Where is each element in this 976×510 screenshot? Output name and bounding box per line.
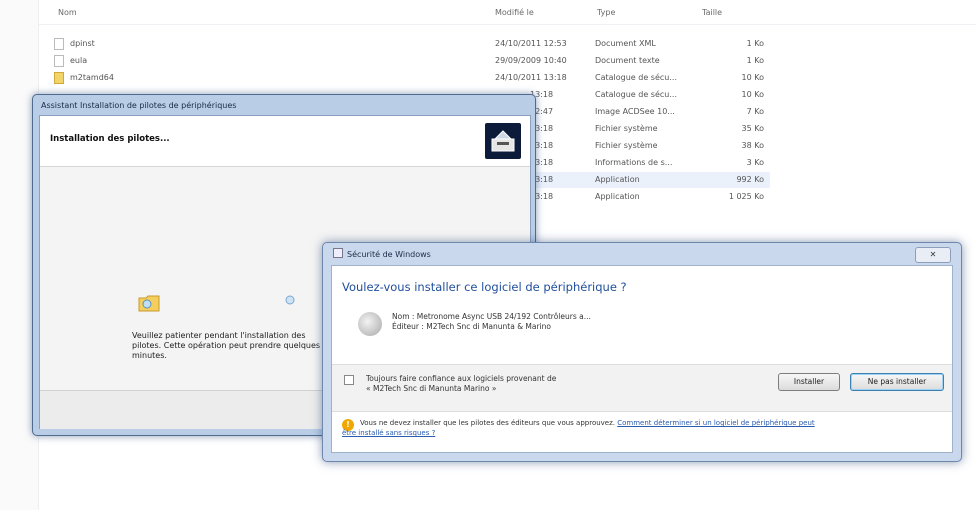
close-button[interactable]: ✕ [915,247,951,263]
file-type: Image ACDSee 10... [595,107,675,116]
file-size: 1 Ko [746,39,764,48]
file-row[interactable]: dpinst 24/10/2011 12:53 Document XML 1 K… [50,36,770,52]
file-row[interactable]: eula 29/09/2009 10:40 Document texte 1 K… [50,53,770,69]
warning-message: Vous ne devez installer que les pilotes … [360,419,616,427]
trust-area: Toujours faire confiance aux logiciels p… [332,364,952,412]
header-divider [38,24,976,25]
file-name: m2tamd64 [70,73,114,82]
trust-label-line2: « M2Tech Snc di Manunta Marino » [366,384,497,393]
file-row-selected[interactable]: 13:18 Application 992 Ko [520,172,770,188]
security-title-text: Sécurité de Windows [347,250,431,259]
install-button[interactable]: Installer [778,373,840,391]
trust-label-line1: Toujours faire confiance aux logiciels p… [366,374,557,383]
security-content: Voulez-vous installer ce logiciel de pér… [331,265,953,453]
file-type: Document texte [595,56,660,65]
file-size: 1 Ko [746,56,764,65]
file-type: Catalogue de sécu... [595,73,677,82]
file-row[interactable]: 13:18 Informations de s... 3 Ko [520,155,770,171]
driver-install-icon [485,123,521,159]
file-type: Fichier système [595,141,658,150]
file-name: dpinst [70,39,95,48]
file-row[interactable]: m2tamd64 24/10/2011 13:18 Catalogue de s… [50,70,770,86]
file-row[interactable]: 13:18 Application 1 025 Ko [520,189,770,205]
text-doc-icon [54,55,64,67]
progress-indicator-icon [285,295,295,305]
file-size: 10 Ko [741,90,764,99]
file-date: 24/10/2011 12:53 [495,39,567,48]
device-publisher: Éditeur : M2Tech Snc di Manunta & Marino [392,322,552,331]
file-size: 3 Ko [746,158,764,167]
column-header-modified[interactable]: Modifié le [495,8,534,24]
file-date: 29/09/2009 10:40 [495,56,567,65]
file-type: Application [595,192,640,201]
help-link-continued[interactable]: être installé sans risques ? [342,429,435,437]
always-trust-checkbox[interactable] [344,375,354,385]
shield-icon [333,248,343,258]
file-row[interactable]: 12:47 Image ACDSee 10... 7 Ko [520,104,770,120]
help-link[interactable]: Comment déterminer si un logiciel de pér… [617,419,814,427]
wizard-message: Veuillez patienter pendant l'installatio… [132,331,321,360]
file-type: Catalogue de sécu... [595,90,677,99]
file-size: 992 Ko [736,175,764,184]
file-row[interactable]: 13:18 Catalogue de sécu... 10 Ko [520,87,770,103]
column-header-type[interactable]: Type [597,8,615,24]
file-row[interactable]: 13:18 Fichier système 38 Ko [520,138,770,154]
file-row[interactable]: 13:18 Fichier système 35 Ko [520,121,770,137]
doc-icon [54,38,64,50]
windows-security-dialog: Sécurité de Windows ✕ Voulez-vous instal… [322,242,962,462]
file-type: Document XML [595,39,656,48]
device-name: Nom : Metronome Async USB 24/192 Contrôl… [392,312,591,321]
file-size: 1 025 Ko [728,192,764,201]
file-type: Informations de s... [595,158,673,167]
column-header-size[interactable]: Taille [702,8,722,24]
file-size: 38 Ko [741,141,764,150]
file-type: Application [595,175,640,184]
device-icon [358,312,382,336]
file-name: eula [70,56,88,65]
file-date: 24/10/2011 13:18 [495,73,567,82]
file-type: Fichier système [595,124,658,133]
file-size: 10 Ko [741,73,764,82]
column-header-name[interactable]: Nom [58,8,77,24]
folder-search-icon [138,295,160,312]
file-size: 7 Ko [746,107,764,116]
wizard-heading: Installation des pilotes... [50,134,170,144]
wizard-title: Assistant Installation de pilotes de pér… [41,101,237,110]
security-dialog-title: Sécurité de Windows [333,248,431,259]
dont-install-button[interactable]: Ne pas installer [850,373,944,391]
wizard-header: Installation des pilotes... [40,116,530,167]
catalog-icon [54,72,64,84]
install-question: Voulez-vous installer ce logiciel de pér… [342,280,627,294]
warning-text: Vous ne devez installer que les pilotes … [360,419,815,427]
file-size: 35 Ko [741,124,764,133]
